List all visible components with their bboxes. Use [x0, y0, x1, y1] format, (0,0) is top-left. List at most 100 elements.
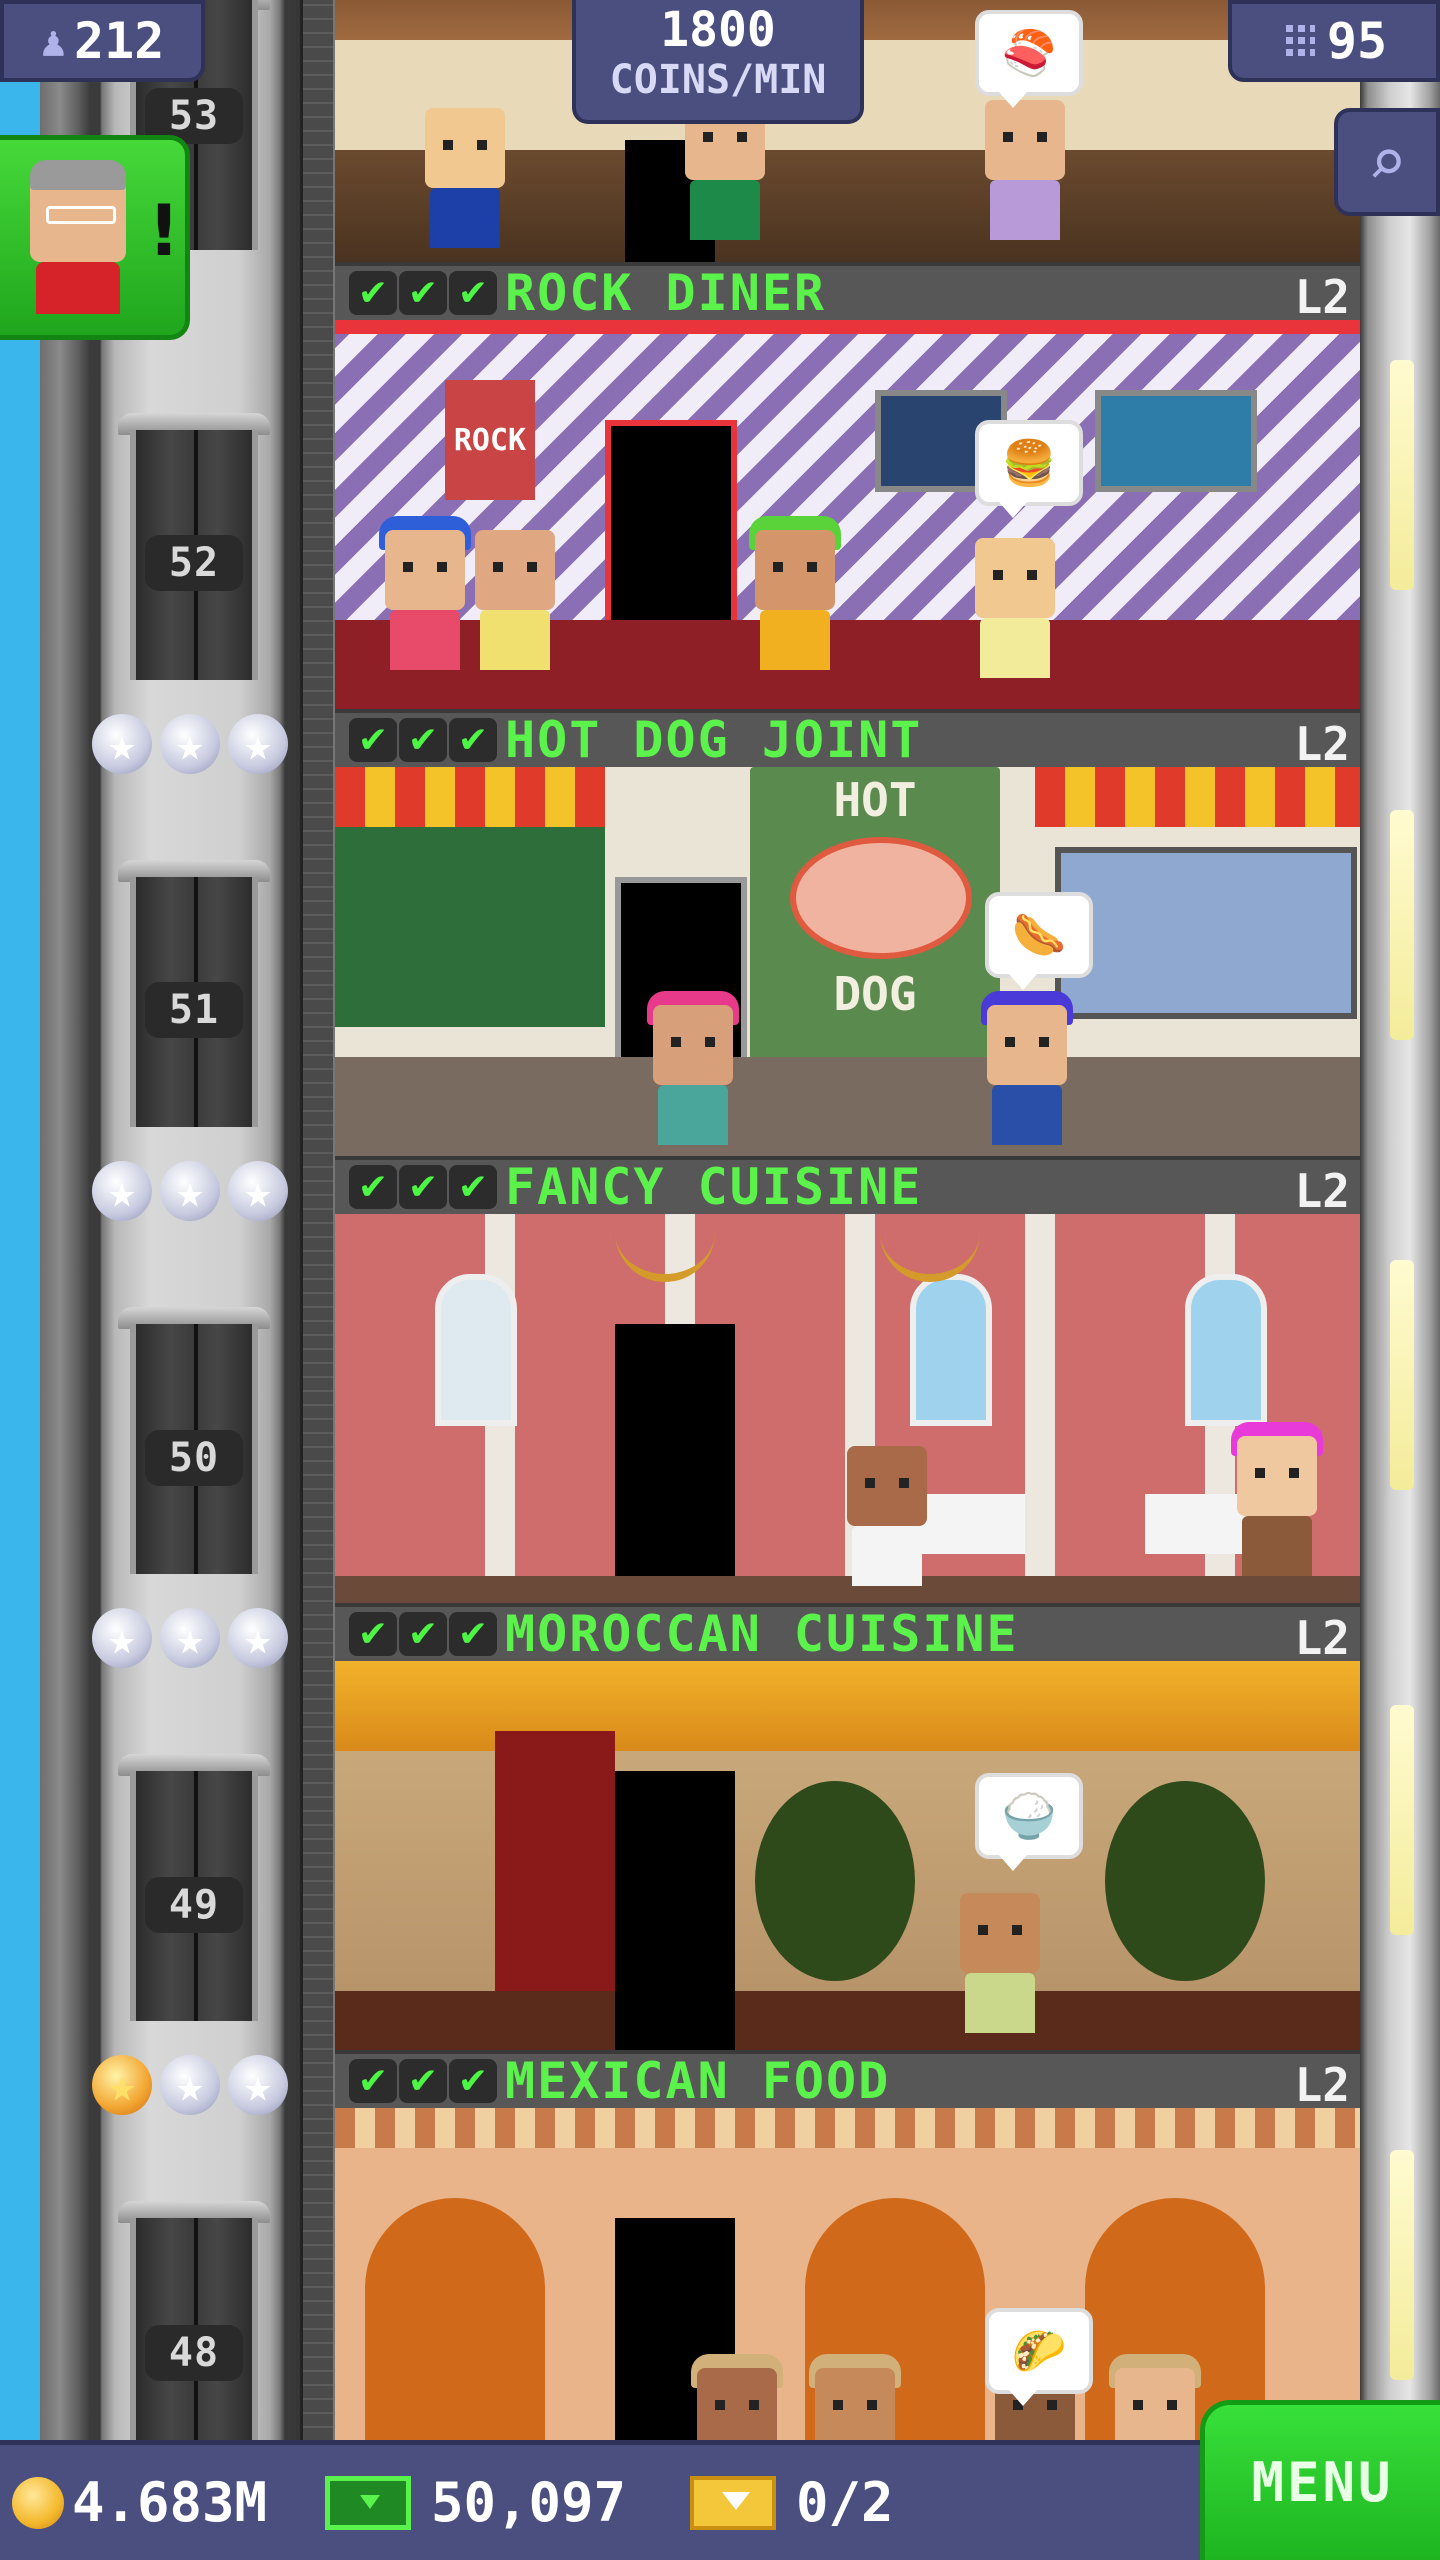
bitizen[interactable] [691, 2354, 783, 2440]
bux-icon [325, 2475, 411, 2530]
star-icon: ★ [228, 2055, 288, 2115]
window-light [1390, 2150, 1414, 2380]
bitizen[interactable] [975, 538, 1055, 678]
request-bubble[interactable]: 🍣 [975, 10, 1083, 108]
coins-counter[interactable]: 4.683M [12, 2445, 267, 2560]
check-icon: ✔ [349, 1612, 397, 1656]
coins-value: 4.683M [72, 2471, 268, 2534]
check-icon: ✔ [349, 2059, 397, 2103]
bitizen[interactable] [647, 991, 739, 1145]
floor-stars: ★ ★ ★ [92, 2055, 288, 2115]
floor-level: L2 [1294, 2058, 1350, 2112]
floor-number: 52 [145, 535, 243, 591]
check-icon: ✔ [449, 718, 497, 762]
floor-rock-diner[interactable]: ✔ ✔ ✔ ROCK DINER L2 ROCK 🍔 [335, 262, 1360, 709]
bux-value: 50,097 [431, 2471, 627, 2534]
star-icon: ★ [92, 2055, 152, 2115]
sign-text-top: HOT [833, 773, 917, 827]
floor-header: ✔ ✔ ✔ HOT DOG JOINT L2 [335, 709, 1360, 771]
hot-dog-icon: 🌭 [1011, 910, 1067, 961]
building-icon [1280, 21, 1315, 61]
bitizen[interactable] [749, 516, 841, 670]
floor-level: L2 [1294, 1164, 1350, 1218]
couscous-icon: 🍚 [1001, 1791, 1057, 1842]
window-light [1390, 360, 1414, 590]
check-icon: ✔ [399, 271, 447, 315]
arched-window [910, 1274, 992, 1426]
floor-header: ✔ ✔ ✔ ROCK DINER L2 [335, 262, 1360, 324]
window-light [1390, 810, 1414, 1040]
bitizen[interactable] [981, 991, 1073, 1145]
request-bubble[interactable]: 🌭 [985, 892, 1093, 990]
bitizen-shirt [36, 262, 120, 314]
floor-number: 50 [145, 1430, 243, 1486]
burger-icon: 🍔 [1001, 438, 1057, 489]
zoom-button[interactable]: ⌕ [1334, 108, 1440, 216]
bitizen[interactable] [1231, 1422, 1323, 1576]
star-icon: ★ [92, 1608, 152, 1668]
floor-header: ✔ ✔ ✔ FANCY CUISINE L2 [335, 1156, 1360, 1218]
bitizen[interactable] [379, 516, 471, 670]
bitizen[interactable] [809, 2354, 901, 2440]
floor-moroccan-cuisine[interactable]: ✔ ✔ ✔ MOROCCAN CUISINE L2 🍚 [335, 1603, 1360, 2050]
floor-stars: ★ ★ ★ [92, 714, 288, 774]
check-icon: ✔ [349, 718, 397, 762]
tickets-value: 0/2 [796, 2471, 894, 2534]
floor-header: ✔ ✔ ✔ MEXICAN FOOD L2 [335, 2050, 1360, 2112]
food-shelf [335, 827, 605, 1027]
floor-mexican-food[interactable]: ✔ ✔ ✔ MEXICAN FOOD L2 🌮 [335, 2050, 1360, 2440]
check-icon: ✔ [399, 1612, 447, 1656]
floor-fancy-cuisine[interactable]: ✔ ✔ ✔ FANCY CUISINE L2 [335, 1156, 1360, 1603]
floor-title: ROCK DINER [505, 264, 827, 322]
floor-title: FANCY CUISINE [505, 1158, 923, 1216]
check-icon: ✔ [449, 1612, 497, 1656]
bitizen[interactable] [425, 108, 505, 248]
magnifier-icon: ⌕ [1367, 123, 1407, 201]
floor-header: ✔ ✔ ✔ MOROCCAN CUISINE L2 [335, 1603, 1360, 1665]
sky-background [0, 0, 40, 2560]
check-icon: ✔ [399, 2059, 447, 2103]
chandelier [880, 1214, 980, 1282]
floor-level: L2 [1294, 270, 1350, 324]
star-icon: ★ [160, 2055, 220, 2115]
floor-room: HOT DOG 🌭 [335, 767, 1360, 1156]
window [1055, 847, 1357, 1019]
room-door [615, 1771, 735, 2050]
floor-checks: ✔ ✔ ✔ [349, 2059, 497, 2103]
bitizen[interactable] [985, 100, 1065, 240]
coins-per-min-display: 1800 COINS/MIN [572, 0, 864, 124]
star-icon: ★ [92, 1161, 152, 1221]
coin-icon [12, 2476, 64, 2529]
check-icon: ✔ [399, 718, 447, 762]
floor-number: 51 [145, 982, 243, 1038]
request-bubble[interactable]: 🌮 [985, 2308, 1093, 2406]
menu-button[interactable]: MENU [1200, 2400, 1440, 2560]
population-counter[interactable]: ♟ 212 [0, 0, 205, 82]
star-icon: ★ [228, 1161, 288, 1221]
floor-count-value: 95 [1326, 12, 1388, 70]
request-bubble[interactable]: 🍚 [975, 1773, 1083, 1871]
floor-number: 49 [145, 1877, 243, 1933]
curtain [495, 1731, 615, 1991]
floor-number: 48 [145, 2325, 243, 2381]
tickets-counter[interactable]: 0/2 [690, 2445, 894, 2560]
bitizen[interactable] [847, 1446, 927, 1586]
bitizen[interactable] [475, 530, 555, 670]
floor-level: L2 [1294, 717, 1350, 771]
awning [1035, 767, 1360, 827]
check-icon: ✔ [449, 1165, 497, 1209]
star-icon: ★ [160, 714, 220, 774]
request-bubble[interactable]: 🍔 [975, 420, 1083, 518]
floor-room [335, 1214, 1360, 1603]
bitizen[interactable] [1109, 2354, 1201, 2440]
window-light [1390, 1260, 1414, 1490]
floor-hot-dog-joint[interactable]: ✔ ✔ ✔ HOT DOG JOINT L2 HOT DOG 🌭 [335, 709, 1360, 1156]
rock-sign: ROCK [445, 380, 535, 500]
bitizen[interactable] [960, 1893, 1040, 2033]
floor-counter[interactable]: 95 [1228, 0, 1440, 82]
elevator-rail [300, 0, 336, 2440]
star-icon: ★ [160, 1161, 220, 1221]
bux-counter[interactable]: 50,097 [325, 2445, 626, 2560]
floor-checks: ✔ ✔ ✔ [349, 1165, 497, 1209]
bitizen-alert-button[interactable]: ! [0, 135, 190, 340]
